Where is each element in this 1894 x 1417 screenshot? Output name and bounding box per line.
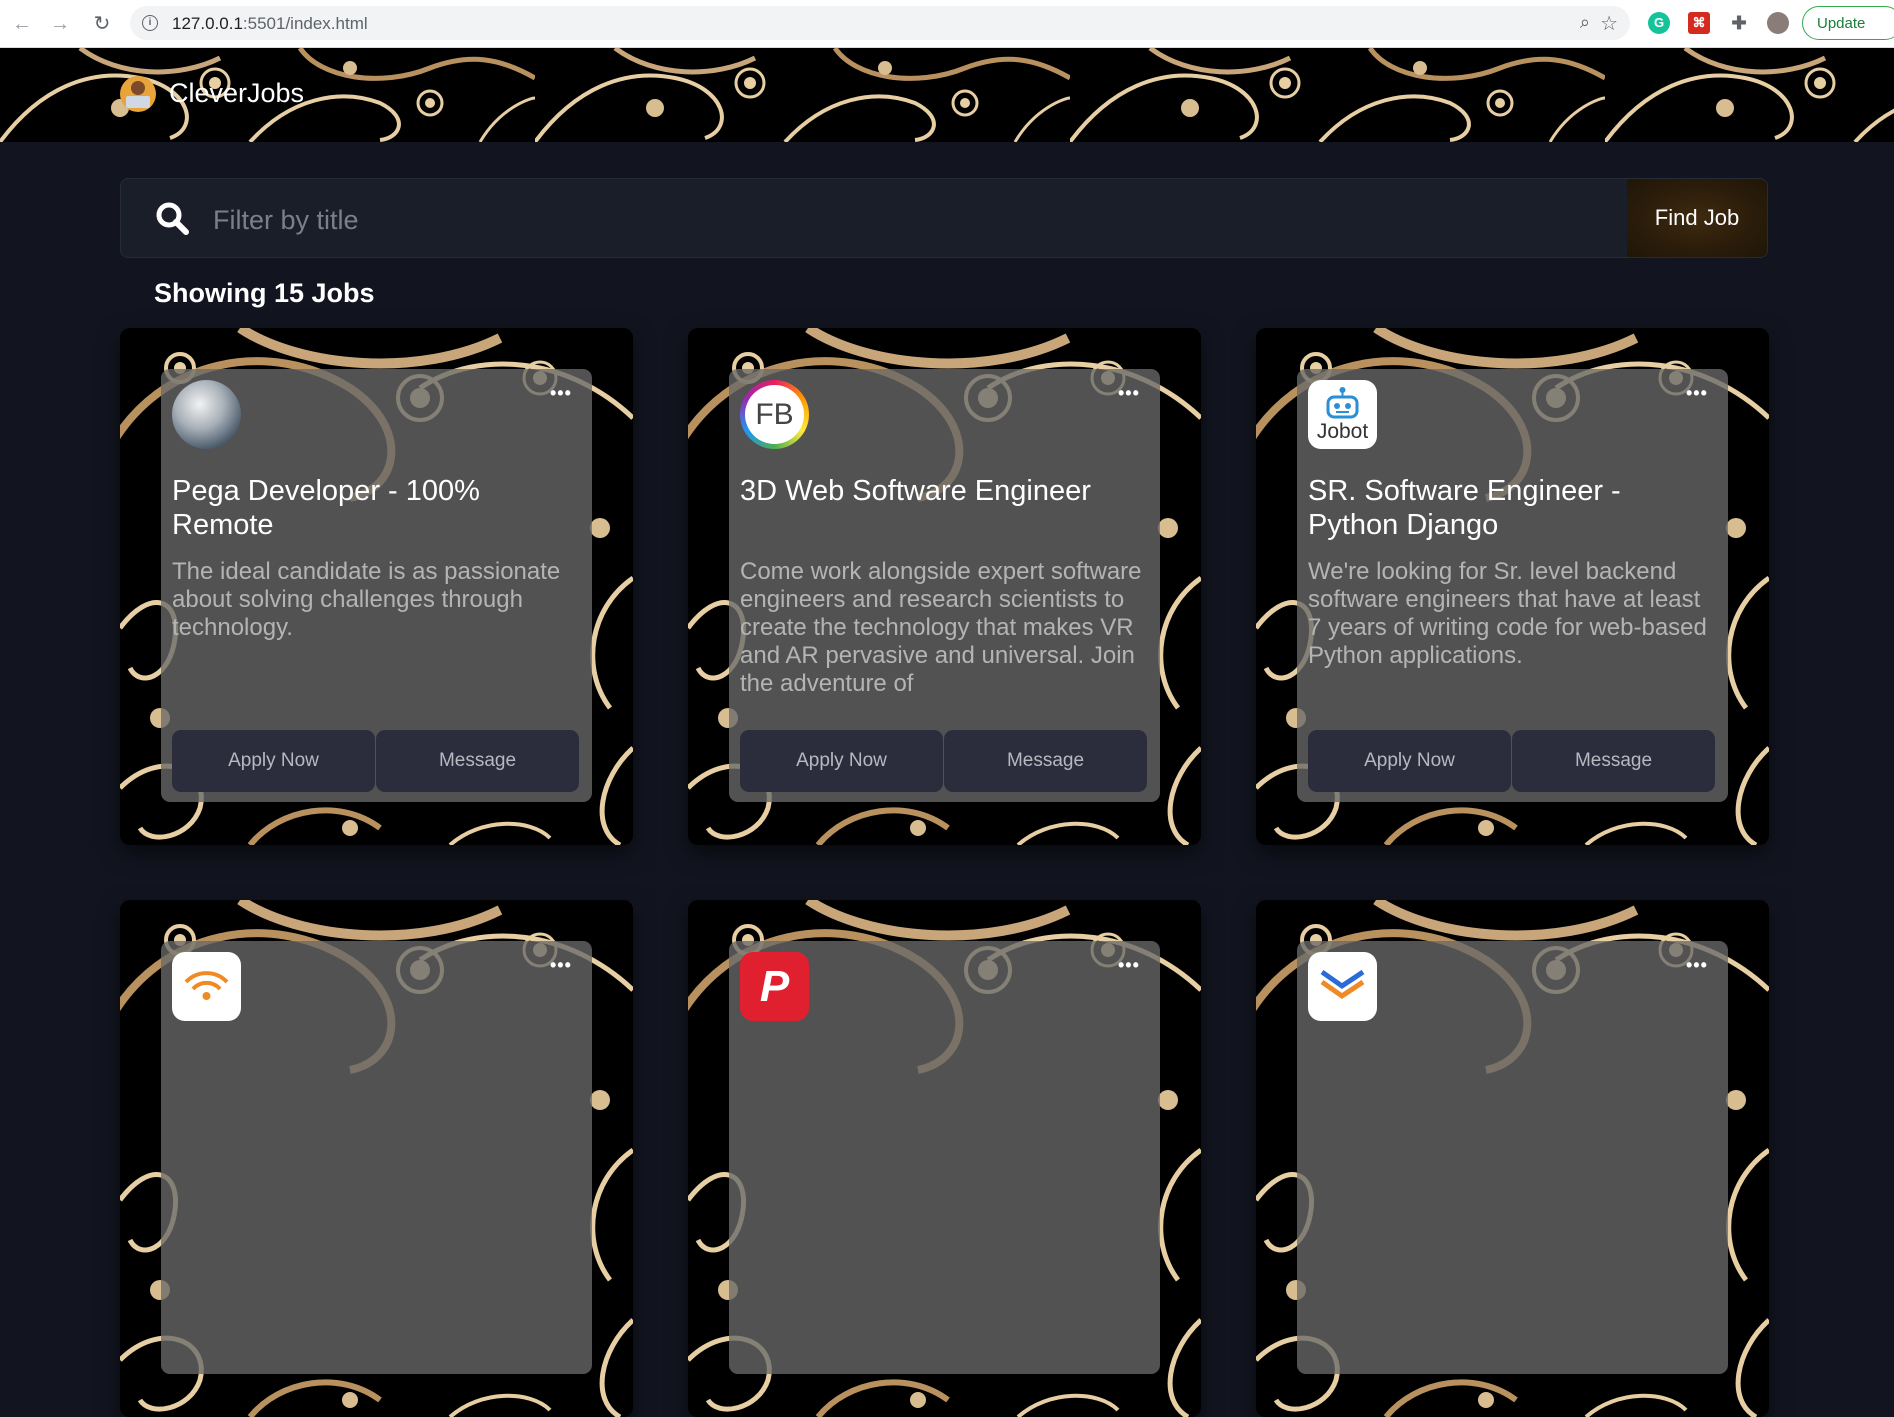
job-card: ••• bbox=[120, 900, 633, 1417]
update-button[interactable]: Update bbox=[1802, 6, 1894, 40]
browser-toolbar: ← → ↻ i 127.0.0.1:5501/index.html ⌕ ☆ G … bbox=[0, 0, 1894, 48]
jobot-logo-icon: Jobot bbox=[1308, 380, 1377, 449]
jobot-logo-text: Jobot bbox=[1316, 420, 1369, 443]
url-path: :5501/index.html bbox=[242, 14, 368, 33]
more-options-icon[interactable]: ••• bbox=[550, 384, 572, 402]
job-description: We're looking for Sr. level backend soft… bbox=[1308, 558, 1707, 669]
reload-icon[interactable]: ↻ bbox=[90, 12, 114, 36]
address-bar[interactable]: i 127.0.0.1:5501/index.html ⌕ ☆ bbox=[130, 6, 1630, 40]
url-host: 127.0.0.1 bbox=[172, 14, 243, 33]
job-title[interactable]: 3D Web Software Engineer bbox=[740, 474, 1145, 508]
jobs-count-heading: Showing 15 Jobs bbox=[154, 278, 375, 308]
search-icon bbox=[156, 202, 189, 235]
more-options-icon[interactable]: ••• bbox=[550, 956, 572, 974]
job-title[interactable]: SR. Software Engineer - Python Django bbox=[1308, 474, 1713, 542]
more-options-icon[interactable]: ••• bbox=[1686, 384, 1708, 402]
job-title[interactable]: Pega Developer - 100% Remote bbox=[172, 474, 577, 542]
more-options-icon[interactable]: ••• bbox=[1686, 956, 1708, 974]
forward-icon[interactable]: → bbox=[48, 12, 72, 36]
more-options-icon[interactable]: ••• bbox=[1118, 384, 1140, 402]
apply-now-button[interactable]: Apply Now bbox=[1308, 730, 1511, 792]
fb-logo-icon: FB bbox=[740, 380, 809, 449]
wifi-orange-logo-icon bbox=[172, 952, 241, 1021]
more-options-icon[interactable]: ••• bbox=[1118, 956, 1140, 974]
robot-icon bbox=[1326, 387, 1359, 419]
chevron-logo-icon bbox=[1308, 952, 1377, 1021]
extensions-puzzle-icon[interactable]: ✚ bbox=[1728, 12, 1750, 34]
find-job-button[interactable]: Find Job bbox=[1627, 179, 1767, 257]
job-description: The ideal candidate is as passionate abo… bbox=[172, 558, 561, 641]
brand-name[interactable]: CleverJobs bbox=[169, 78, 304, 109]
message-button[interactable]: Message bbox=[944, 730, 1147, 792]
apply-now-button[interactable]: Apply Now bbox=[172, 730, 375, 792]
message-button[interactable]: Message bbox=[376, 730, 579, 792]
job-card: ••• bbox=[1256, 900, 1769, 1417]
grammarly-extension-icon[interactable]: G bbox=[1648, 12, 1670, 34]
profile-avatar-icon[interactable] bbox=[1767, 12, 1789, 34]
pdf-extension-icon[interactable]: ⌘ bbox=[1688, 12, 1710, 34]
job-card: FB ••• 3D Web Software Engineer Come wor… bbox=[688, 328, 1201, 845]
search-bar: Find Job bbox=[120, 178, 1768, 258]
zoom-icon[interactable]: ⌕ bbox=[1580, 12, 1590, 33]
site-info-icon[interactable]: i bbox=[142, 15, 158, 31]
back-icon[interactable]: ← bbox=[10, 12, 34, 36]
title-filter-input[interactable] bbox=[211, 197, 1315, 243]
message-button[interactable]: Message bbox=[1512, 730, 1715, 792]
p-logo-icon: P bbox=[740, 952, 809, 1021]
apply-now-button[interactable]: Apply Now bbox=[740, 730, 943, 792]
url-text[interactable]: 127.0.0.1:5501/index.html bbox=[172, 14, 368, 34]
pega-logo-icon bbox=[172, 380, 241, 449]
job-description: Come work alongside expert software engi… bbox=[740, 558, 1142, 696]
job-card: Jobot ••• SR. Software Engineer - Python… bbox=[1256, 328, 1769, 845]
site-header: CleverJobs bbox=[0, 48, 1894, 142]
bookmark-star-icon[interactable]: ☆ bbox=[1600, 11, 1618, 36]
job-card: P ••• bbox=[688, 900, 1201, 1417]
brand-logo[interactable] bbox=[120, 76, 156, 112]
job-card: ••• Pega Developer - 100% Remote The ide… bbox=[120, 328, 633, 845]
